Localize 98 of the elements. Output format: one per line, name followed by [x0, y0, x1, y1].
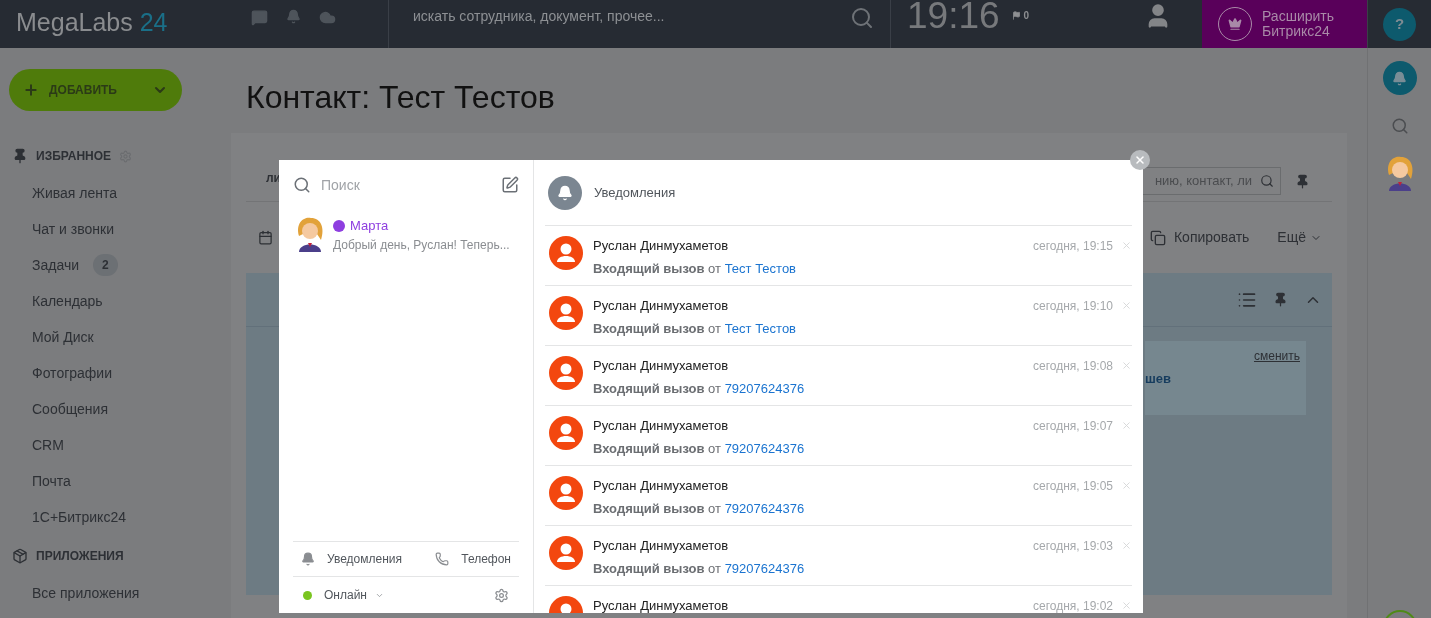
search-icon[interactable]	[1390, 117, 1409, 135]
clock: 19:16	[907, 0, 1000, 34]
timestamp: сегодня, 19:05	[1032, 477, 1113, 495]
contact-link[interactable]: 79207624376	[724, 380, 805, 396]
name-text: шев	[1145, 370, 1172, 388]
search-icon	[293, 176, 311, 194]
contact-link[interactable]: Тест Тестов	[724, 320, 797, 336]
chat-name: Марта	[350, 217, 389, 235]
timestamp: сегодня, 19:15	[1032, 237, 1113, 255]
chat-icon[interactable]	[251, 9, 268, 26]
close-icon[interactable]	[1121, 480, 1132, 492]
sidebar-item[interactable]: Живая лента	[32, 182, 117, 204]
author-name: Руслан Динмухаметов	[593, 357, 729, 375]
plus-icon	[23, 82, 39, 98]
author-name: Руслан Динмухаметов	[593, 537, 729, 555]
bell-icon	[1392, 70, 1407, 86]
crown-icon	[1228, 17, 1242, 31]
section-title: ИЗБРАННОЕ	[36, 148, 112, 165]
bell-icon[interactable]	[286, 9, 301, 24]
sidebar-item[interactable]: Мой Диск	[32, 326, 94, 348]
user-avatar-icon	[549, 476, 583, 510]
notification-text: Входящий вызов от 79207624376	[593, 439, 806, 458]
more-button[interactable]: Ещё	[1277, 227, 1322, 248]
sidebar-item[interactable]: Все приложения	[32, 582, 140, 604]
sidebar-item[interactable]: 1С+Битрикс24	[32, 506, 126, 528]
count-badge: 2	[93, 254, 118, 276]
close-icon[interactable]	[1121, 540, 1132, 552]
sidebar-item[interactable]: Фотографии	[32, 362, 112, 384]
upgrade-button[interactable]: Расширить Битрикс24	[1202, 0, 1367, 48]
flag-icon	[1011, 11, 1021, 20]
close-icon[interactable]	[1121, 240, 1132, 252]
notification-text: Входящий вызов от 79207624376	[593, 499, 806, 518]
notification-text: Входящий вызов от Тест Тестов	[593, 319, 798, 338]
contact-link[interactable]: Тест Тестов	[724, 260, 797, 276]
chat-item[interactable]: Марта Добрый день, Руслан! Теперь...	[293, 216, 519, 254]
notification-text: Входящий вызов от 79207624376	[593, 379, 806, 398]
author-name: Руслан Динмухаметов	[593, 477, 729, 495]
close-icon[interactable]	[1121, 360, 1132, 372]
tab[interactable]: Уведомления	[301, 550, 403, 568]
flag-count: 0	[1023, 9, 1030, 23]
bell-icon	[301, 552, 315, 566]
timestamp: сегодня, 19:08	[1032, 357, 1113, 375]
timestamp: сегодня, 19:10	[1032, 297, 1113, 315]
timestamp: сегодня, 19:07	[1032, 417, 1113, 435]
phone-icon	[435, 552, 450, 566]
calendar-icon	[258, 230, 273, 245]
logo: MegaLabs 24	[15, 7, 169, 38]
sidebar-item[interactable]: Чат и звонки	[32, 218, 114, 240]
box-icon	[12, 548, 28, 564]
search-icon	[1260, 174, 1274, 188]
sidebar-item[interactable]: Почта	[32, 470, 71, 492]
user-avatar-icon	[549, 356, 583, 390]
search-field[interactable]: Поиск	[321, 174, 491, 196]
contact-link[interactable]: 79207624376	[724, 500, 805, 516]
compose-icon[interactable]	[501, 176, 519, 194]
contact-link[interactable]: 79207624376	[724, 440, 805, 456]
pin-icon[interactable]	[1273, 292, 1288, 307]
section-title: ПРИЛОЖЕНИЯ	[36, 548, 124, 565]
author-name: Руслан Динмухаметов	[593, 597, 729, 613]
user-avatar-icon	[549, 416, 583, 450]
author-name: Руслан Динмухаметов	[593, 237, 729, 255]
timestamp: сегодня, 19:02	[1032, 597, 1113, 613]
close-icon	[1134, 154, 1146, 166]
user-avatar-icon	[549, 236, 583, 270]
close-icon[interactable]	[1121, 600, 1132, 612]
timestamp: сегодня, 19:03	[1032, 537, 1113, 555]
status-dropdown[interactable]: Онлайн	[324, 586, 384, 604]
panel-title: Уведомления	[594, 183, 676, 202]
cloud-icon[interactable]	[319, 9, 336, 26]
close-icon[interactable]	[1121, 420, 1132, 432]
add-button[interactable]: ДОБАВИТЬ	[9, 69, 182, 111]
sidebar-item[interactable]: Сообщения	[32, 398, 108, 420]
search-icon[interactable]	[850, 6, 874, 30]
page-title: Контакт: Тест Тестов	[246, 78, 556, 117]
copy-icon	[1149, 229, 1166, 246]
notification-text: Входящий вызов от Тест Тестов	[593, 259, 798, 278]
notifications-button[interactable]	[1382, 61, 1417, 95]
author-name: Руслан Динмухаметов	[593, 417, 729, 435]
tab[interactable]: Телефон	[435, 550, 511, 568]
sidebar-item[interactable]: Задачи	[32, 254, 79, 276]
pin-icon	[12, 148, 28, 164]
chat-preview: Добрый день, Руслан! Теперь...	[333, 236, 510, 254]
pin-icon[interactable]	[1295, 173, 1310, 189]
user-avatar-icon	[549, 536, 583, 570]
author-name: Руслан Динмухаметов	[593, 297, 729, 315]
copy-button[interactable]: Копировать	[1149, 227, 1250, 248]
change-link[interactable]: сменить	[1254, 347, 1300, 365]
search-field[interactable]: искать сотрудника, документ, прочее...	[413, 6, 850, 27]
contact-link[interactable]: 79207624376	[724, 560, 805, 576]
notification-text: Входящий вызов от 79207624376	[593, 559, 806, 578]
sidebar-item[interactable]: Календарь	[32, 290, 103, 312]
bot-icon	[333, 219, 345, 232]
bell-glyph-icon	[557, 184, 573, 201]
sidebar-item[interactable]: CRM	[32, 434, 64, 456]
help-button[interactable]: ?	[1383, 7, 1416, 41]
settings-icon[interactable]	[494, 587, 509, 603]
user-avatar-icon	[549, 296, 583, 330]
close-icon[interactable]	[1121, 300, 1132, 312]
